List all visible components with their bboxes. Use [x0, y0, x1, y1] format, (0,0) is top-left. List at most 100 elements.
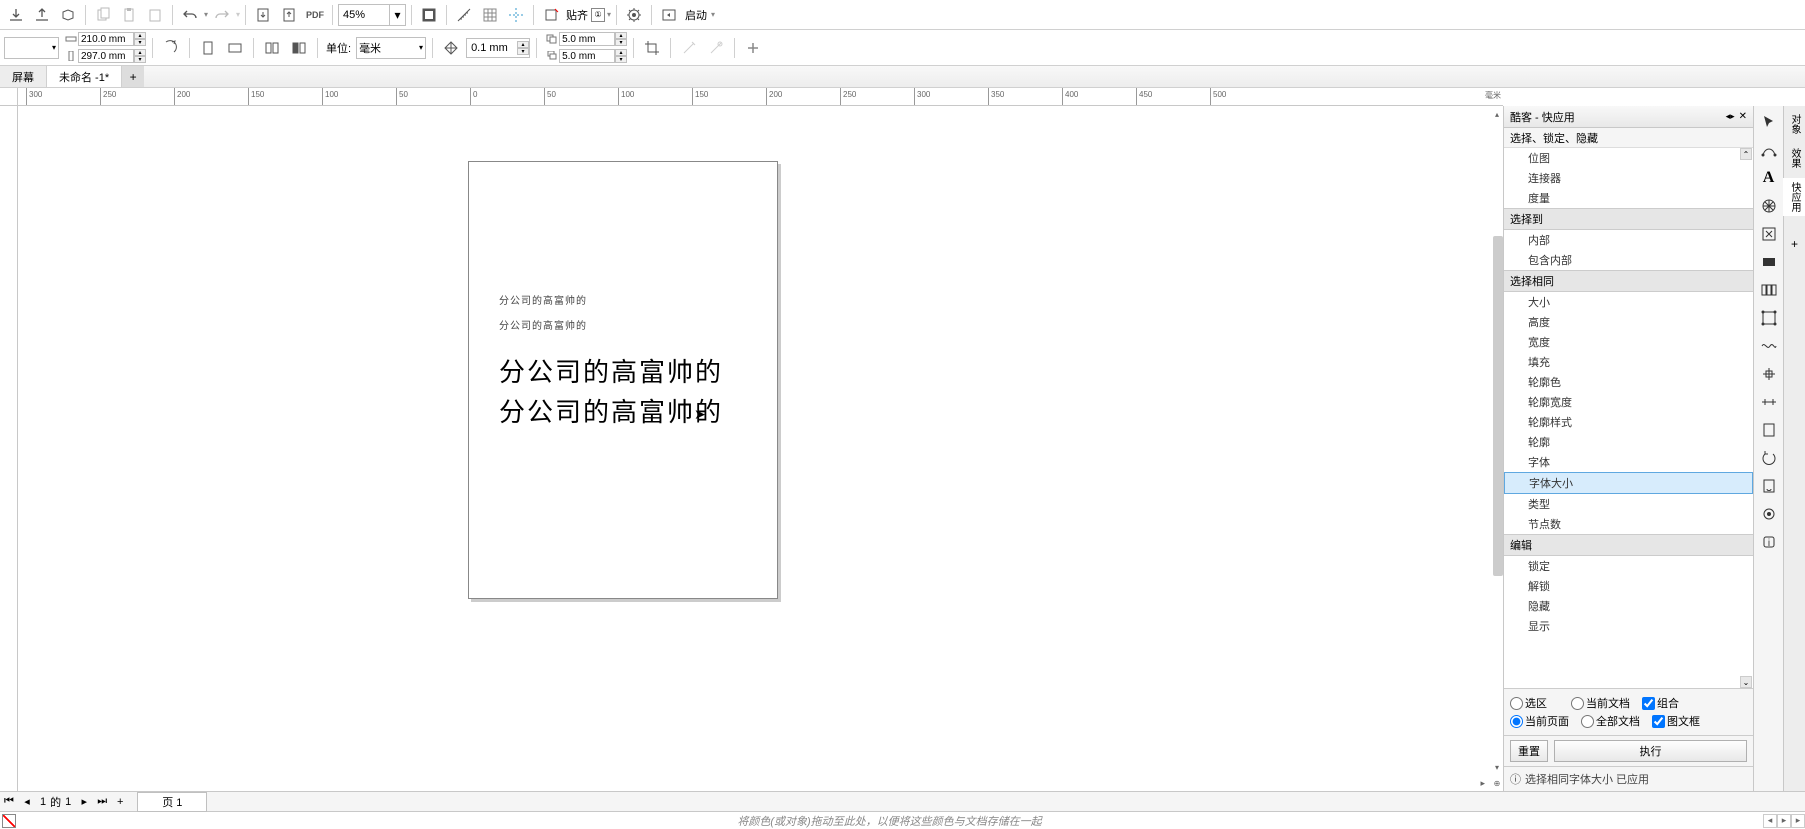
all-pages-icon[interactable] — [260, 36, 284, 60]
first-page-icon[interactable]: ⏮ — [0, 793, 18, 811]
align-h-icon[interactable] — [1757, 390, 1781, 414]
copy-icon[interactable] — [91, 3, 115, 27]
next-page-icon[interactable]: ▸ — [75, 793, 93, 811]
add-docker-icon[interactable]: + — [1783, 232, 1805, 256]
current-page-icon[interactable] — [287, 36, 311, 60]
nudge-up[interactable]: ▴ — [517, 41, 529, 48]
list-scroll-down-icon[interactable]: ⌄ — [1740, 676, 1752, 688]
opt-group[interactable]: 组合 — [1642, 695, 1679, 711]
list-item[interactable]: 节点数 — [1504, 514, 1753, 534]
list-item[interactable]: 高度 — [1504, 312, 1753, 332]
delete-guide-icon[interactable] — [539, 3, 563, 27]
list-item[interactable]: 轮廓 — [1504, 432, 1753, 452]
ruler-horizontal[interactable]: 300 250 200 150 100 50 0 50 100 150 200 … — [18, 88, 1503, 106]
list-item-font-size[interactable]: 字体大小 — [1504, 472, 1753, 494]
units-dropdown[interactable]: 毫米▾ — [356, 37, 426, 59]
refresh-icon[interactable] — [1757, 446, 1781, 470]
gear-icon[interactable] — [1757, 502, 1781, 526]
list-item[interactable]: 宽度 — [1504, 332, 1753, 352]
list-item[interactable]: 隐藏 — [1504, 596, 1753, 616]
opt-current-page[interactable]: 当前页面 — [1510, 713, 1569, 729]
snap-options-icon[interactable]: ① — [591, 8, 605, 22]
execute-button[interactable]: 执行 — [1554, 740, 1747, 762]
page-width-input[interactable] — [78, 32, 134, 46]
ruler-vertical[interactable] — [0, 106, 18, 791]
text-object-4[interactable]: 分公司的高富帅的 — [499, 392, 723, 429]
text-object-3[interactable]: 分公司的高富帅的 — [499, 352, 723, 389]
ruler-origin[interactable] — [0, 88, 18, 106]
list-item[interactable]: 轮廓宽度 — [1504, 392, 1753, 412]
opt-current-doc[interactable]: 当前文档 — [1571, 695, 1630, 711]
dup-x-input[interactable] — [559, 32, 615, 46]
dup-y-input[interactable] — [559, 49, 615, 63]
redo-icon[interactable] — [210, 3, 234, 27]
list-item[interactable]: 大小 — [1504, 292, 1753, 312]
list-item[interactable]: 位图 — [1504, 148, 1753, 168]
list-item[interactable]: 填充 — [1504, 352, 1753, 372]
launch-label[interactable]: 启动 — [685, 7, 707, 23]
table-tool-icon[interactable] — [1757, 194, 1781, 218]
export-icon[interactable] — [30, 3, 54, 27]
tab-document[interactable]: 未命名 -1* — [47, 66, 122, 87]
list-scroll-up-icon[interactable]: ⌃ — [1740, 148, 1752, 160]
clipboard-icon[interactable] — [143, 3, 167, 27]
list-item[interactable]: 内部 — [1504, 230, 1753, 250]
landscape-toggle-icon[interactable] — [159, 36, 183, 60]
list-item[interactable]: 轮廓样式 — [1504, 412, 1753, 432]
landscape-icon[interactable] — [223, 36, 247, 60]
snap-button[interactable]: 贴齐 — [565, 3, 589, 27]
list-item[interactable]: 度量 — [1504, 188, 1753, 208]
page-width-down[interactable]: ▾ — [134, 39, 146, 46]
page-preset-dropdown[interactable]: ▾ — [4, 37, 59, 59]
export-up-icon[interactable] — [277, 3, 301, 27]
wand2-icon[interactable] — [704, 36, 728, 60]
info-tool-icon[interactable]: i — [1757, 530, 1781, 554]
add-page-icon[interactable]: + — [111, 793, 129, 811]
zoom-nav-icon[interactable]: ⊕ — [1491, 777, 1503, 789]
page-width-up[interactable]: ▴ — [134, 32, 146, 39]
add-tool-icon[interactable] — [741, 36, 765, 60]
colorbar-left-icon[interactable]: ◂ — [1763, 814, 1777, 828]
rulers-icon[interactable] — [452, 3, 476, 27]
canvas-vscroll[interactable]: ▴ ▾ ⊕ — [1489, 106, 1503, 791]
grid-icon[interactable] — [478, 3, 502, 27]
paste-icon[interactable] — [117, 3, 141, 27]
publish-icon[interactable] — [56, 3, 80, 27]
page-height-input[interactable] — [78, 49, 134, 63]
page-height-down[interactable]: ▾ — [134, 56, 146, 63]
guides-icon[interactable] — [504, 3, 528, 27]
script-icon[interactable] — [1757, 474, 1781, 498]
hscroll-right-icon[interactable]: ▸ — [1480, 778, 1485, 789]
colorbar-right-icon[interactable]: ▸ — [1777, 814, 1791, 828]
prev-page-icon[interactable]: ◂ — [18, 793, 36, 811]
opt-all-docs[interactable]: 全部文档 — [1581, 713, 1640, 729]
launch-panel-icon[interactable] — [657, 3, 681, 27]
dup-y-down[interactable]: ▾ — [615, 56, 627, 63]
opt-selection[interactable]: 选区 — [1510, 695, 1547, 711]
page-height-up[interactable]: ▴ — [134, 49, 146, 56]
reset-button[interactable]: 重置 — [1510, 740, 1548, 762]
text-object-1[interactable]: 分公司的高富帅的 — [499, 292, 587, 307]
colorbar-menu-icon[interactable]: ▸ — [1791, 814, 1805, 828]
wave-icon[interactable] — [1757, 334, 1781, 358]
import-icon[interactable] — [4, 3, 28, 27]
pick-tool-icon[interactable] — [1757, 110, 1781, 134]
bounds-icon[interactable] — [1757, 306, 1781, 330]
list-item[interactable]: 类型 — [1504, 494, 1753, 514]
rect-tool-icon[interactable] — [1757, 250, 1781, 274]
shape-tool-icon[interactable] — [1757, 138, 1781, 162]
zoom-dropdown-icon[interactable]: ▾ — [389, 5, 405, 25]
list-item[interactable]: 轮廓色 — [1504, 372, 1753, 392]
page-icon[interactable] — [1757, 418, 1781, 442]
page[interactable]: 分公司的高富帅的 分公司的高富帅的 分公司的高富帅的 分公司的高富帅的 — [468, 161, 778, 599]
zoom-value[interactable] — [339, 9, 389, 21]
list-item[interactable]: 解锁 — [1504, 576, 1753, 596]
launch-dropdown-icon[interactable]: ▾ — [711, 10, 715, 19]
scroll-down-icon[interactable]: ▾ — [1491, 761, 1503, 773]
crop-icon[interactable] — [640, 36, 664, 60]
docker-tab-1[interactable]: 对象 — [1783, 110, 1805, 138]
page-tab[interactable]: 页 1 — [137, 792, 207, 812]
scroll-thumb[interactable] — [1493, 236, 1503, 576]
text-tool-icon[interactable]: A — [1757, 166, 1781, 190]
text-object-2[interactable]: 分公司的高富帅的 — [499, 317, 587, 332]
